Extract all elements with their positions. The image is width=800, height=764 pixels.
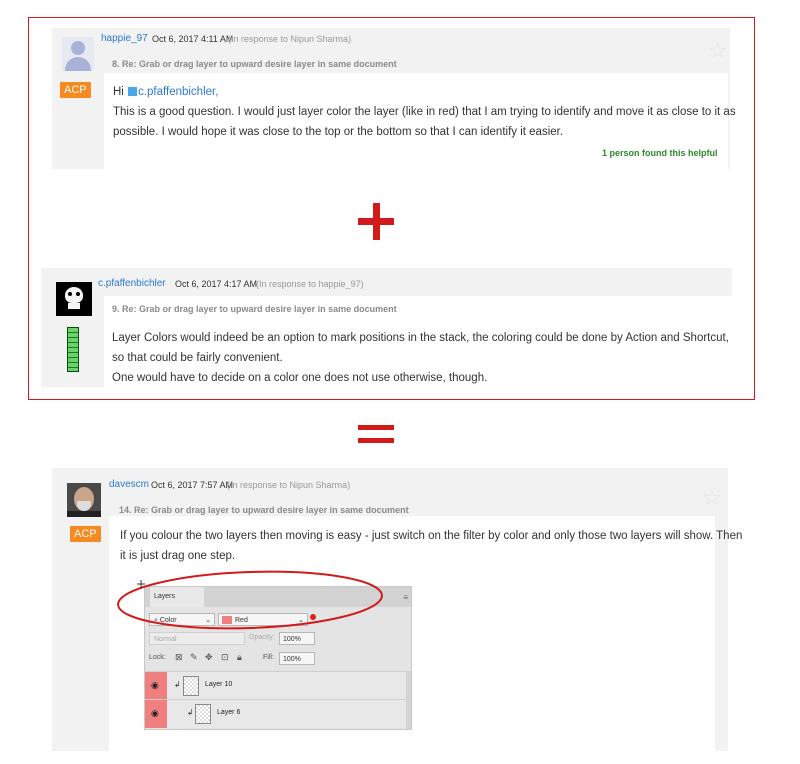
eye-icon: ◉ (151, 680, 159, 690)
visibility-toggle[interactable]: ◉ (145, 700, 167, 728)
acp-badge: ACP (70, 526, 101, 542)
post-username[interactable]: davescm (109, 479, 149, 490)
post-date: Oct 6, 2017 4:17 AM (175, 279, 258, 289)
layer-thumbnail (183, 676, 199, 696)
layer-row[interactable]: ◉ ↲ Layer 10 (145, 671, 407, 700)
post-date: Oct 6, 2017 4:11 AM (152, 34, 234, 44)
avatar[interactable] (67, 483, 101, 517)
post-text: Layer Colors would indeed be an option t… (112, 328, 729, 388)
layer-name[interactable]: Layer 10 (205, 681, 232, 688)
lock-move-icon[interactable]: ✥ (205, 652, 213, 663)
helpful-count[interactable]: 1 person found this helpful (602, 148, 718, 158)
lock-all-icon[interactable]: 🔒︎ (237, 652, 242, 663)
user-icon (128, 87, 138, 97)
post-text: Hi c.pfaffenbichler, This is a good ques… (113, 82, 736, 142)
body-line: possible. I would hope it was close to t… (113, 126, 564, 138)
body-line: Layer Colors would indeed be an option t… (112, 332, 729, 344)
body-line: One would have to decide on a color one … (112, 372, 488, 384)
rank-meter (67, 327, 79, 372)
mention-link[interactable]: c.pfaffenbichler, (138, 86, 218, 98)
clip-arrow-icon: ↲ (174, 680, 181, 689)
avatar[interactable] (62, 37, 94, 71)
acp-badge: ACP (60, 82, 91, 98)
highlight-ellipse (117, 570, 383, 630)
in-response-link[interactable]: (In response to Nipun Sharma) (227, 480, 350, 490)
star-icon[interactable]: ☆ (702, 487, 722, 509)
clip-arrow-icon: ↲ (187, 708, 194, 717)
in-response-link[interactable]: (In response to happie_97) (256, 279, 364, 289)
layer-thumbnail (195, 704, 211, 724)
avatar[interactable] (56, 282, 92, 316)
equals-symbol (358, 425, 394, 430)
body-line: This is a good question. I would just la… (113, 106, 736, 118)
fill-field[interactable]: 100% (279, 652, 315, 665)
panel-menu-icon[interactable]: ≡ (403, 593, 408, 602)
layer-name[interactable]: Layer 6 (217, 709, 240, 716)
body-line: so that could be fairly convenient. (112, 352, 283, 364)
post-subject[interactable]: 14. Re: Grab or drag layer to upward des… (119, 505, 409, 515)
layer-row[interactable]: ◉ ↲ Layer 6 (145, 699, 407, 728)
post-username[interactable]: happie_97 (101, 33, 148, 44)
post-subject[interactable]: 8. Re: Grab or drag layer to upward desi… (112, 59, 397, 69)
body-line: it is just drag one step. (120, 550, 236, 562)
post-username[interactable]: c.pfaffenbichler (98, 278, 166, 289)
lock-paint-icon[interactable]: ✎ (190, 652, 198, 663)
plus-symbol (373, 203, 380, 240)
post-date: Oct 6, 2017 7:57 AM (151, 480, 234, 490)
scrollbar[interactable] (406, 671, 411, 729)
star-icon[interactable]: ☆ (708, 40, 728, 62)
eye-icon: ◉ (151, 708, 159, 718)
body-line: If you colour the two layers then moving… (120, 530, 743, 542)
lock-artboard-icon[interactable]: ⊡ (221, 652, 229, 663)
lock-transparent-icon[interactable]: ⊠ (175, 652, 183, 663)
post-text: If you colour the two layers then moving… (120, 526, 743, 566)
in-response-link[interactable]: (In response to Nipun Sharma) (228, 34, 351, 44)
visibility-toggle[interactable]: ◉ (145, 672, 167, 700)
equals-symbol (358, 438, 394, 443)
fill-value: 100% (283, 656, 301, 663)
fill-label: Fill: (263, 654, 274, 661)
greeting-text: Hi (113, 86, 124, 98)
lock-label: Lock: (149, 654, 166, 661)
post-subject[interactable]: 9. Re: Grab or drag layer to upward desi… (112, 304, 397, 314)
